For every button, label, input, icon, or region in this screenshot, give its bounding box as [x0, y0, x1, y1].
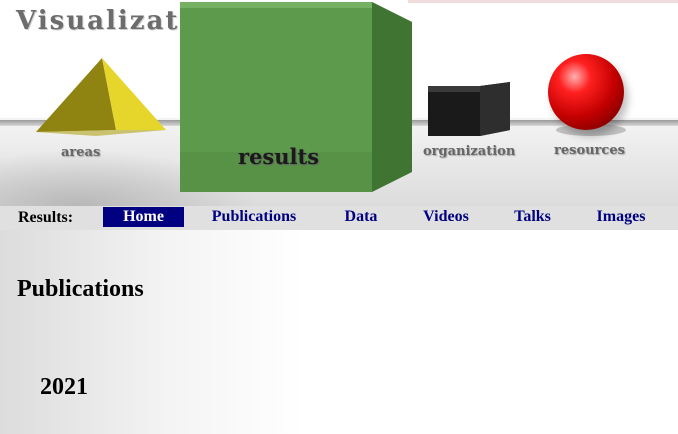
organization-label[interactable]: organization — [423, 144, 515, 159]
results-nav-bar: Results: Home Publications Data Videos T… — [0, 206, 678, 230]
areas-label[interactable]: areas — [61, 145, 100, 160]
nav-link-data[interactable]: Data — [336, 207, 386, 227]
resources-label[interactable]: resources — [554, 143, 625, 158]
visualization-banner: Visualizatio areas results organization … — [0, 0, 678, 206]
nav-link-publications[interactable]: Publications — [200, 207, 308, 227]
areas-pyramid-icon[interactable] — [36, 56, 168, 136]
page-title: Publications — [17, 276, 144, 302]
nav-link-home[interactable]: Home — [103, 207, 184, 227]
nav-link-talks[interactable]: Talks — [505, 207, 560, 227]
results-label[interactable]: results — [238, 144, 319, 169]
year-heading: 2021 — [40, 374, 88, 400]
main-content: Publications 2021 — [0, 230, 678, 434]
resources-sphere-icon[interactable] — [548, 54, 624, 130]
nav-link-images[interactable]: Images — [586, 207, 656, 227]
nav-link-videos[interactable]: Videos — [413, 207, 479, 227]
organization-cube-icon[interactable] — [424, 80, 514, 140]
banner-top-line — [408, 0, 678, 3]
nav-prefix-label: Results: — [18, 209, 74, 226]
